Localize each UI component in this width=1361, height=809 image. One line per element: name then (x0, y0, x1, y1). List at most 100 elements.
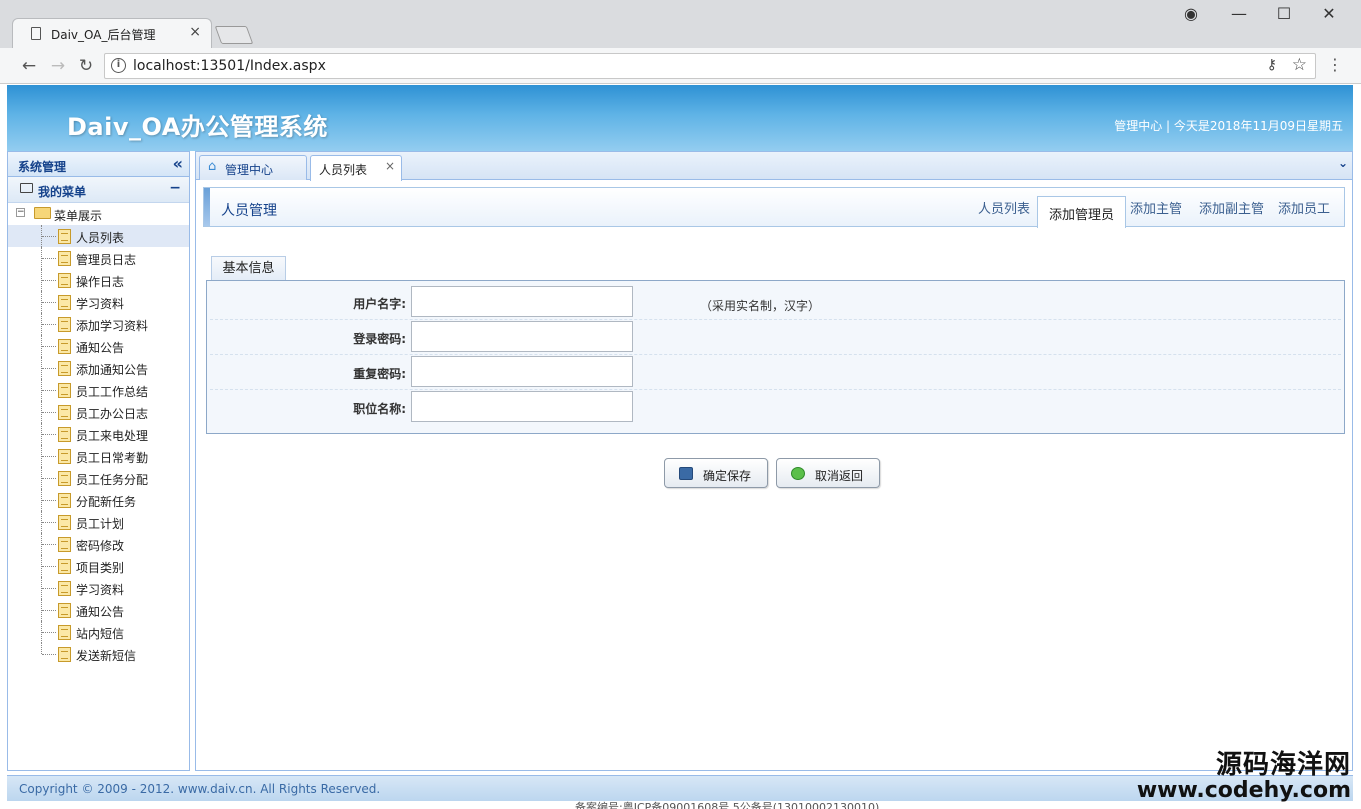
document-icon (58, 559, 71, 574)
refresh-icon (791, 467, 805, 480)
document-icon (58, 603, 71, 618)
tree-branch (42, 456, 56, 457)
sidebar-item[interactable]: 管理员日志 (8, 247, 189, 269)
sidebar-item[interactable]: 学习资料 (8, 577, 189, 599)
document-icon (58, 625, 71, 640)
sidebar-item-label: 员工办公日志 (76, 407, 149, 421)
tree-branch (42, 258, 56, 259)
star-icon[interactable]: ☆ (1292, 55, 1307, 75)
sidebar-item[interactable]: 员工办公日志 (8, 401, 189, 423)
sidebar-item-label: 发送新短信 (76, 649, 137, 663)
browser-tab[interactable]: Daiv_OA_后台管理 × (12, 18, 212, 48)
close-tab-icon[interactable]: × (385, 159, 395, 173)
chevron-down-icon[interactable]: ⌄ (1338, 156, 1348, 170)
tree-branch (42, 434, 56, 435)
document-icon (58, 449, 71, 464)
position-label: 职位名称: (353, 402, 406, 416)
sidebar-item[interactable]: 操作日志 (8, 269, 189, 291)
key-icon[interactable]: ⚷ (1267, 57, 1277, 73)
username-input[interactable] (411, 286, 633, 317)
tree-root[interactable]: − 菜单展示 (8, 203, 189, 225)
username-hint: （采用实名制，汉字） (700, 299, 821, 313)
collapse-node-icon[interactable]: − (16, 208, 25, 217)
close-tab-icon[interactable]: × (189, 24, 201, 40)
repeat-password-input[interactable] (411, 356, 633, 387)
reload-icon[interactable]: ↻ (75, 56, 97, 76)
address-bar[interactable]: i localhost:13501/Index.aspx ⚷ ☆ (104, 53, 1316, 79)
sidebar-item[interactable]: 人员列表 (8, 225, 189, 247)
username-label: 用户名字: (353, 297, 406, 311)
sidebar-item[interactable]: 学习资料 (8, 291, 189, 313)
tree-line (41, 643, 42, 654)
repeat-password-label: 重复密码: (353, 367, 406, 381)
document-icon (58, 537, 71, 552)
sidebar-item-label: 添加学习资料 (76, 319, 149, 333)
sidebar-item[interactable]: 员工日常考勤 (8, 445, 189, 467)
sidebar-item[interactable]: 站内短信 (8, 621, 189, 643)
info-icon[interactable]: i (111, 58, 126, 73)
sidebar-item[interactable]: 添加学习资料 (8, 313, 189, 335)
tab-add-deputy[interactable]: 添加副主管 (1199, 198, 1264, 217)
sidebar-item[interactable]: 发送新短信 (8, 643, 189, 665)
forward-icon[interactable]: → (47, 56, 69, 76)
save-button[interactable]: 确定保存 (664, 458, 768, 488)
sidebar-item[interactable]: 密码修改 (8, 533, 189, 555)
tab-add-admin[interactable]: 添加管理员 (1037, 196, 1127, 228)
tree-branch (42, 236, 56, 237)
sidebar-item[interactable]: 员工任务分配 (8, 467, 189, 489)
sidebar-item[interactable]: 员工来电处理 (8, 423, 189, 445)
sidebar-item[interactable]: 项目类别 (8, 555, 189, 577)
menu-section-title: 我的菜单 (38, 185, 87, 199)
cancel-button[interactable]: 取消返回 (776, 458, 880, 488)
menu-icon[interactable]: ⋮ (1327, 55, 1343, 74)
tab-home-label: 管理中心 (225, 163, 274, 177)
home-icon: ⌂ (208, 159, 217, 174)
icp-text: 备案编号:粤ICP备09001608号 5公备号(13010002130010) (575, 801, 880, 809)
tree-branch (42, 478, 56, 479)
document-icon (58, 251, 71, 266)
document-icon (58, 581, 71, 596)
browser-toolbar: ← → ↻ i localhost:13501/Index.aspx ⚷ ☆ ⋮ (0, 48, 1361, 84)
sidebar-item[interactable]: 通知公告 (8, 599, 189, 621)
form-row-position: 职位名称: (210, 390, 1341, 425)
position-input[interactable] (411, 391, 633, 422)
collapse-icon[interactable]: « (173, 154, 183, 173)
document-icon (58, 471, 71, 486)
tab-user-list-link[interactable]: 人员列表 (978, 198, 1030, 217)
panel-title: 人员管理 (221, 203, 277, 219)
sidebar-item[interactable]: 员工工作总结 (8, 379, 189, 401)
sidebar-item[interactable]: 通知公告 (8, 335, 189, 357)
tree-branch (42, 588, 56, 589)
sidebar-item[interactable]: 分配新任务 (8, 489, 189, 511)
sidebar-item[interactable]: 添加通知公告 (8, 357, 189, 379)
close-window-button[interactable]: ✕ (1316, 4, 1342, 23)
tab-add-supervisor[interactable]: 添加主管 (1130, 198, 1182, 217)
new-tab-button[interactable] (214, 26, 254, 44)
password-input[interactable] (411, 321, 633, 352)
tree-branch (42, 544, 56, 545)
panel-accent-bar (204, 188, 210, 226)
sidebar-item-label: 项目类别 (76, 561, 125, 575)
url-text[interactable]: localhost:13501/Index.aspx (133, 58, 326, 74)
menu-tree: − 菜单展示 人员列表 管理员日志 操作日志 学习资料 添加学习资料 通知公告 添加通知公告… (8, 203, 189, 665)
browser-titlebar: Daiv_OA_后台管理 × ◉ — ☐ ✕ (0, 0, 1361, 48)
section-toggle-icon[interactable]: − (169, 180, 181, 196)
panel-header: 人员管理 人员列表 添加管理员 添加主管 添加副主管 添加员工 (203, 187, 1345, 228)
sidebar-item-label: 通知公告 (76, 605, 125, 619)
tab-home[interactable]: ⌂ 管理中心 (199, 155, 307, 180)
sidebar-item[interactable]: 员工计划 (8, 511, 189, 533)
copyright-text: Copyright © 2009 - 2012. www.daiv.cn. Al… (19, 782, 381, 796)
tree-branch (42, 500, 56, 501)
sidebar-item-label: 学习资料 (76, 297, 125, 311)
tab-user-list[interactable]: 人员列表 × (310, 155, 402, 181)
account-icon[interactable]: ◉ (1178, 4, 1204, 23)
menu-section-header[interactable]: 我的菜单 − (8, 177, 189, 203)
form-tab-basic[interactable]: 基本信息 (211, 256, 286, 281)
back-icon[interactable]: ← (18, 56, 40, 76)
tab-add-employee[interactable]: 添加员工 (1278, 198, 1330, 217)
minimize-button[interactable]: — (1226, 4, 1252, 23)
document-icon (58, 493, 71, 508)
sidebar-item-label: 密码修改 (76, 539, 125, 553)
maximize-button[interactable]: ☐ (1271, 4, 1297, 23)
sidebar-item-label: 学习资料 (76, 583, 125, 597)
